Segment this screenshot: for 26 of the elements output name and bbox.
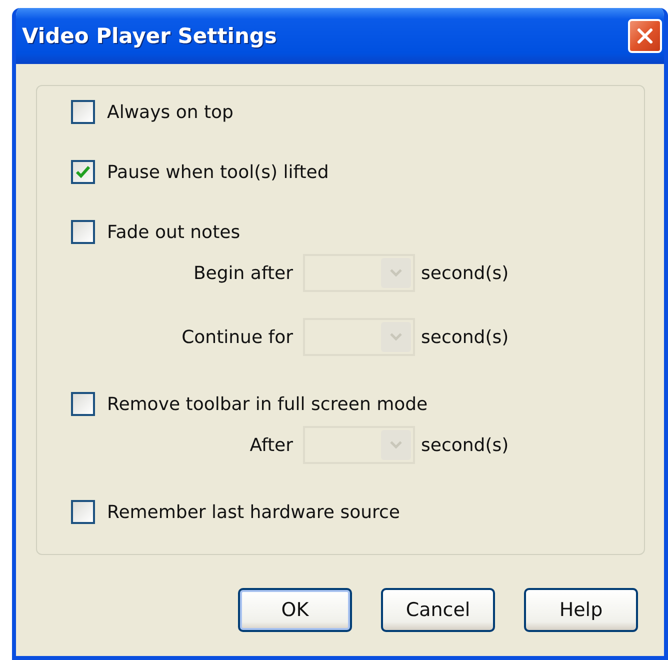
close-button[interactable]: [628, 19, 662, 53]
chevron-icon: [389, 440, 403, 450]
checkbox-label: Remember last hardware source: [107, 502, 400, 522]
setting-label: Continue for: [180, 326, 294, 348]
checkbox[interactable]: [71, 100, 95, 124]
window-title: Video Player Settings: [22, 24, 277, 48]
setting-label: After: [248, 434, 294, 456]
chevron-icon: [389, 268, 403, 278]
setting-label: Begin after: [192, 262, 294, 284]
checkbox-label: Fade out notes: [107, 222, 240, 242]
checkbox[interactable]: [71, 160, 95, 184]
chevron-icon: [389, 332, 403, 342]
checkbox-label: Remove toolbar in full screen mode: [107, 394, 428, 414]
close-icon: [635, 26, 655, 46]
dialog-button[interactable]: Cancel: [381, 588, 495, 632]
checkbox-label: Pause when tool(s) lifted: [107, 162, 329, 182]
dialog-button[interactable]: Help: [524, 588, 638, 632]
unit-label: second(s): [421, 262, 509, 284]
checkbox-label: Always on top: [107, 102, 234, 122]
checkbox[interactable]: [71, 220, 95, 244]
checkbox[interactable]: [71, 500, 95, 524]
checkbox[interactable]: [71, 392, 95, 416]
checkmark-icon: [75, 164, 91, 180]
dialog-button[interactable]: OK: [238, 588, 352, 632]
unit-label: second(s): [421, 326, 509, 348]
unit-label: second(s): [421, 434, 509, 456]
